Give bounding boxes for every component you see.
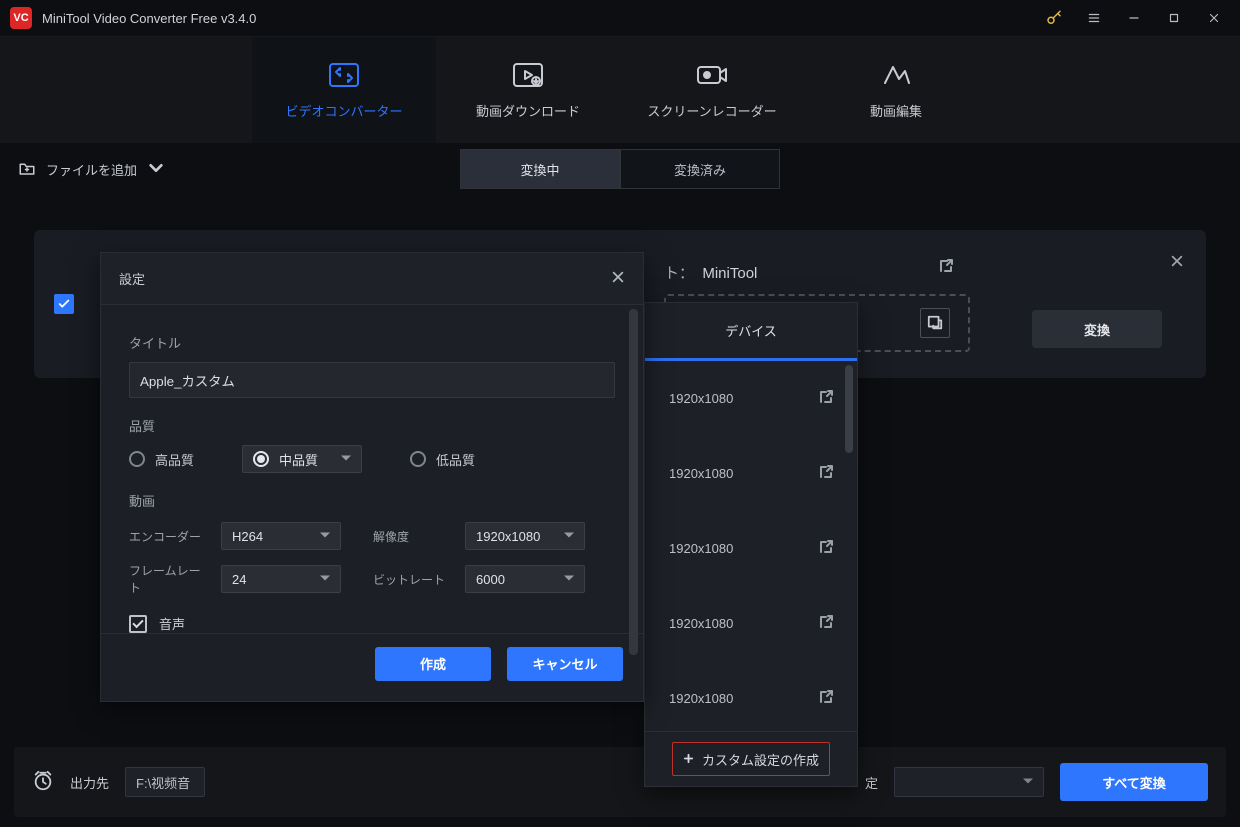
device-item[interactable]: 1920x1080 (645, 661, 857, 731)
maximize-button[interactable] (1154, 3, 1194, 33)
close-button[interactable] (1194, 3, 1234, 33)
audio-toggle-row: 音声 (129, 614, 615, 633)
device-tab[interactable]: デバイス (645, 303, 857, 358)
queue-target-prefix: ト： (664, 265, 694, 282)
edit-preset-icon[interactable] (819, 615, 833, 632)
main-nav-converter[interactable]: ビデオコンバーター (252, 37, 436, 143)
queue-target-line: ト： MiniTool (664, 262, 757, 283)
add-file-button[interactable]: ファイルを追加 (18, 160, 165, 179)
upper-toolbar: ファイルを追加 変換中 変換済み (0, 144, 1240, 194)
settings-scrollbar[interactable] (629, 309, 638, 655)
minimize-button[interactable] (1114, 3, 1154, 33)
record-icon (695, 61, 729, 89)
title-field-label: タイトル (129, 333, 615, 352)
resolution-select[interactable]: 1920x1080 (465, 522, 585, 550)
main-nav-label: 動画ダウンロード (476, 101, 580, 120)
app-window: VC MiniTool Video Converter Free v3.4.0 … (0, 0, 1240, 827)
main-nav-label: 動画編集 (870, 101, 922, 120)
main-nav-label: スクリーンレコーダー (647, 101, 776, 120)
key-icon[interactable] (1034, 3, 1074, 33)
device-item[interactable]: 1920x1080 (645, 361, 857, 436)
target-select-icon[interactable] (920, 308, 950, 338)
convert-button[interactable]: 変換 (1032, 310, 1162, 348)
add-file-icon (18, 160, 36, 179)
device-panel: デバイス 1920x1080 1920x1080 1920x1080 1920x… (644, 302, 858, 787)
quality-low[interactable]: 低品質 (410, 445, 475, 473)
edit-preset-icon[interactable] (819, 540, 833, 557)
main-nav-edit[interactable]: 動画編集 (804, 37, 988, 143)
edit-preset-icon[interactable] (819, 390, 833, 407)
device-scrollbar[interactable] (845, 365, 853, 453)
plus-icon (683, 752, 694, 767)
format-suffix-label: 定 (865, 773, 878, 792)
encoder-label: エンコーダー (129, 528, 209, 545)
queue-item-close[interactable] (1170, 254, 1184, 271)
output-path-field[interactable]: F:\视频音 (125, 767, 205, 797)
settings-footer: 作成 キャンセル (101, 633, 643, 693)
edit-icon (879, 61, 913, 89)
edit-preset-icon[interactable] (819, 690, 833, 707)
video-section-label: 動画 (129, 491, 615, 510)
create-button[interactable]: 作成 (375, 647, 491, 681)
audio-label: 音声 (159, 614, 185, 633)
titlebar: VC MiniTool Video Converter Free v3.4.0 (0, 0, 1240, 36)
settings-header: 設定 (101, 253, 643, 305)
title-input[interactable] (129, 362, 615, 398)
framerate-select[interactable]: 24 (221, 565, 341, 593)
external-edit-icon[interactable] (938, 258, 954, 277)
bottom-bar: 出力先 F:\视频音 定 すべて変換 (14, 747, 1226, 817)
settings-title: 設定 (119, 269, 145, 288)
download-icon (511, 61, 545, 89)
tab-converted[interactable]: 変換済み (620, 149, 780, 189)
bitrate-select[interactable]: 6000 (465, 565, 585, 593)
settings-body: タイトル 品質 高品質 中品質 低品質 動画 エンコーダー H264 解像度 1… (101, 305, 643, 633)
add-file-label: ファイルを追加 (46, 160, 137, 179)
tab-converting[interactable]: 変換中 (460, 149, 620, 189)
encoder-select[interactable]: H264 (221, 522, 341, 550)
quality-radios: 高品質 中品質 低品質 (129, 445, 615, 473)
quality-high[interactable]: 高品質 (129, 445, 194, 473)
queue-checkbox[interactable] (54, 294, 74, 314)
cancel-button[interactable]: キャンセル (507, 647, 623, 681)
convert-all-button[interactable]: すべて変換 (1060, 763, 1208, 801)
framerate-label: フレームレート (129, 562, 209, 596)
settings-modal: 設定 タイトル 品質 高品質 中品質 低品質 動画 エンコーダー H264 解像… (100, 252, 644, 702)
quality-field-label: 品質 (129, 416, 615, 435)
main-nav: ビデオコンバーター 動画ダウンロード スクリーンレコーダー 動画編集 (0, 36, 1240, 144)
main-nav-download[interactable]: 動画ダウンロード (436, 37, 620, 143)
device-item[interactable]: 1920x1080 (645, 436, 857, 511)
app-title: MiniTool Video Converter Free v3.4.0 (42, 11, 256, 26)
menu-icon[interactable] (1074, 3, 1114, 33)
upper-tabs: 変換中 変換済み (460, 149, 780, 189)
custom-create-button[interactable]: カスタム設定の作成 (672, 742, 830, 776)
edit-preset-icon[interactable] (819, 465, 833, 482)
device-list: 1920x1080 1920x1080 1920x1080 1920x1080 … (645, 361, 857, 731)
queue-target-name: MiniTool (702, 265, 757, 282)
chevron-down-icon (147, 160, 165, 179)
main-nav-recorder[interactable]: スクリーンレコーダー (620, 37, 804, 143)
app-logo-text: VC (13, 12, 28, 24)
format-select[interactable] (894, 767, 1044, 797)
device-tabs: デバイス (645, 303, 857, 361)
settings-close[interactable] (611, 270, 625, 287)
schedule-icon[interactable] (32, 770, 54, 795)
convert-icon (327, 61, 361, 89)
bitrate-label: ビットレート (373, 571, 453, 588)
device-item[interactable]: 1920x1080 (645, 511, 857, 586)
app-logo: VC (10, 7, 32, 29)
device-footer: カスタム設定の作成 (645, 731, 857, 786)
resolution-label: 解像度 (373, 528, 453, 545)
device-item[interactable]: 1920x1080 (645, 586, 857, 661)
output-label: 出力先 (70, 773, 109, 792)
audio-checkbox[interactable] (129, 615, 147, 633)
main-nav-label: ビデオコンバーター (285, 101, 402, 120)
quality-mid[interactable]: 中品質 (242, 445, 362, 473)
